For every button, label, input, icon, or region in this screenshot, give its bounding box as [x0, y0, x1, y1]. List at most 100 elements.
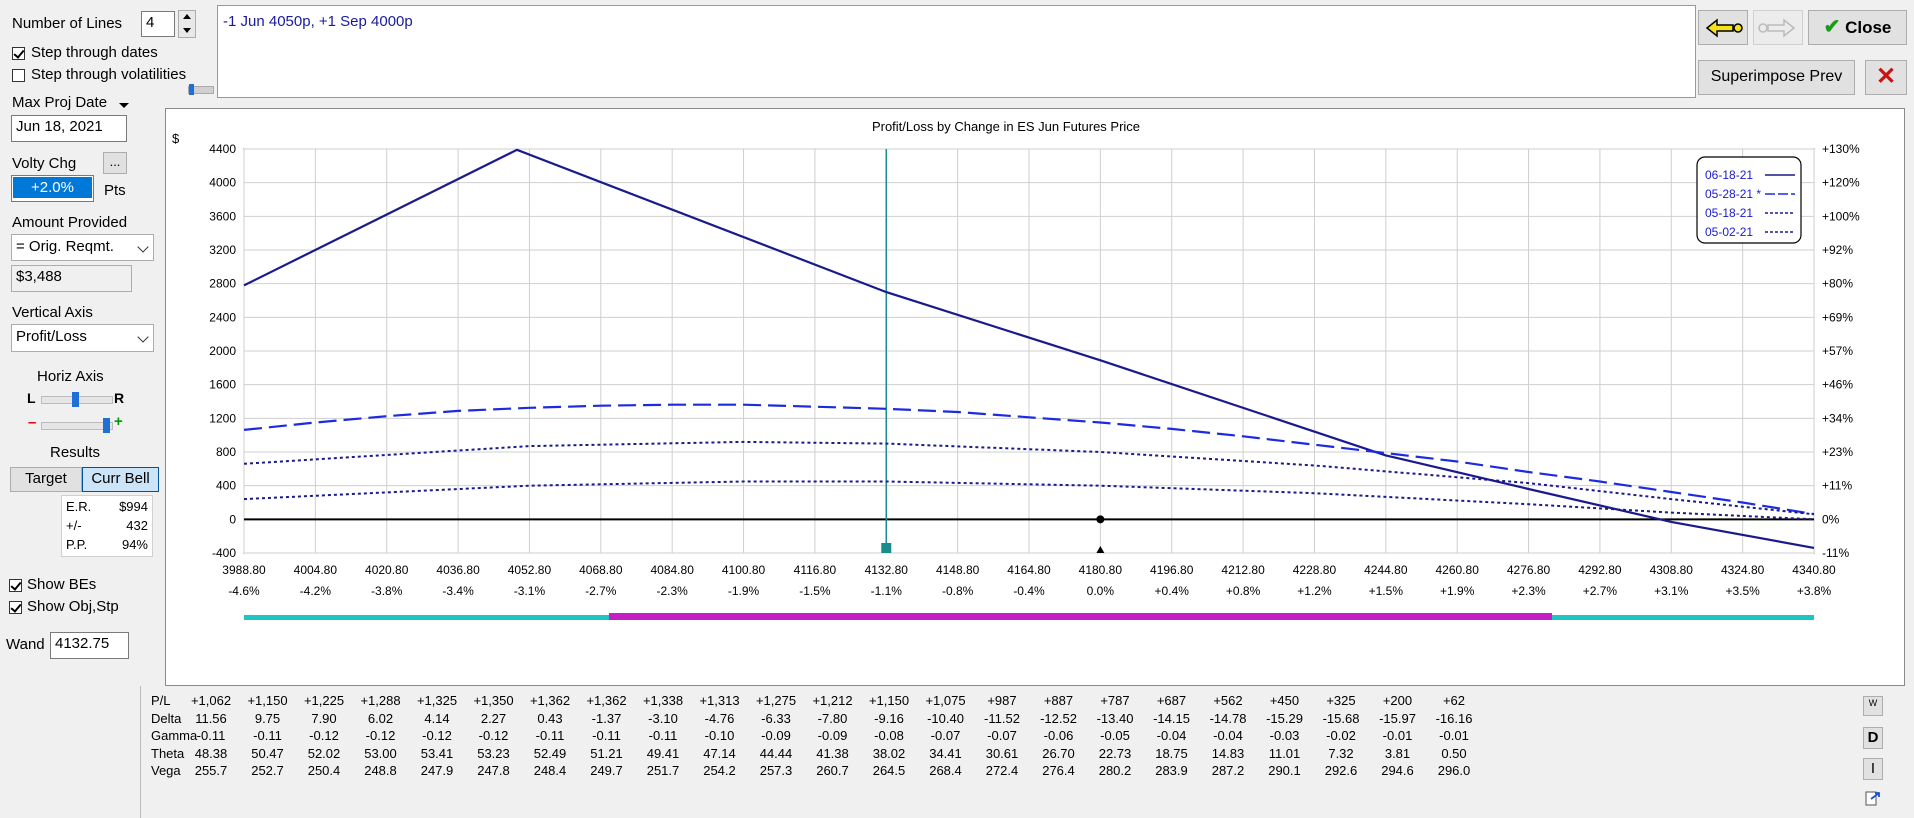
table-cell: 26.70: [1042, 745, 1075, 761]
amount-value: $3,488: [11, 265, 132, 292]
number-of-lines-spinner[interactable]: [178, 10, 196, 38]
x-pct-label: +0.4%: [1155, 584, 1190, 598]
wand-cursor-handle[interactable]: [881, 543, 892, 553]
curr-bell-button[interactable]: Curr Bell: [82, 467, 159, 492]
back-button[interactable]: [1698, 10, 1748, 45]
table-cell: 283.9: [1155, 763, 1188, 778]
y-tick-label: 4400: [209, 142, 236, 156]
max-proj-date-label[interactable]: Max Proj Date: [12, 94, 107, 111]
delete-icon[interactable]: ✕: [1865, 60, 1907, 95]
table-cell: -0.12: [365, 728, 396, 743]
max-proj-date-dropdown-icon[interactable]: [119, 103, 129, 108]
table-cell: 49.41: [646, 745, 680, 761]
table-cell: -0.10: [704, 728, 735, 743]
spinner-up-icon[interactable]: [183, 14, 191, 19]
position-text-area[interactable]: -1 Jun 4050p, +1 Sep 4000p: [217, 5, 1696, 98]
table-cell: +787: [1100, 693, 1130, 708]
max-proj-date-input[interactable]: Jun 18, 2021: [11, 115, 127, 142]
table-cell: 249.7: [590, 763, 623, 778]
table-cell: -15.29: [1266, 710, 1303, 726]
x-pct-label: -3.4%: [442, 584, 474, 598]
pts-label: Pts: [104, 182, 126, 199]
table-cell: -0.02: [1326, 728, 1356, 743]
spinner-down-icon[interactable]: [183, 28, 191, 33]
legend-label: 05-18-21: [1705, 206, 1753, 220]
table-cell: 276.4: [1042, 763, 1075, 778]
volty-chg-value: +2.0%: [13, 177, 92, 198]
side-w-button[interactable]: W: [1863, 696, 1883, 716]
amount-provided-select[interactable]: = Orig. Reqmt.: [11, 234, 154, 261]
table-cell: 2.27: [480, 710, 507, 726]
slider-minus-label: –: [28, 414, 37, 431]
amount-provided-value: = Orig. Reqmt.: [16, 238, 114, 255]
x-tick-label: 4132.80: [865, 563, 909, 577]
table-cell: 50.47: [251, 745, 284, 761]
forward-button[interactable]: [1753, 10, 1803, 45]
target-button[interactable]: Target: [10, 467, 82, 492]
side-d-button[interactable]: D: [1863, 727, 1883, 749]
table-cell: 296.0: [1437, 763, 1471, 778]
side-i-button[interactable]: I: [1863, 758, 1883, 780]
superimpose-prev-button[interactable]: Superimpose Prev: [1698, 60, 1855, 95]
close-label: Close: [1845, 18, 1892, 37]
x-pct-label: +1.5%: [1369, 584, 1404, 598]
slider-plus-label: +: [114, 413, 123, 430]
horiz-shift-slider-thumb[interactable]: [72, 392, 79, 407]
export-icon[interactable]: [1864, 789, 1882, 807]
range-band-magenta: [609, 613, 1552, 620]
horiz-shift-slider[interactable]: [41, 392, 113, 407]
chart-legend: 06-18-21 05-28-21 * 05-18-21 05-02-21: [1696, 156, 1802, 244]
checkmark-icon: ✔: [1823, 16, 1841, 38]
horiz-zoom-slider[interactable]: [41, 418, 113, 433]
results-box: E.R. $994 +/- 432 P.P. 94%: [61, 495, 153, 557]
arrow-right-icon: [1758, 18, 1796, 38]
table-cell: -1.37: [591, 710, 622, 726]
table-cell: -14.78: [1209, 710, 1247, 726]
table-cell: -9.16: [874, 710, 904, 726]
legend-label: 05-02-21: [1705, 225, 1753, 239]
table-cell: +1,225: [303, 693, 345, 708]
table-cell: 247.8: [477, 763, 510, 778]
volty-more-button[interactable]: ...: [103, 152, 127, 174]
er-value: $994: [119, 499, 148, 514]
x-pct-label: +3.8%: [1797, 584, 1832, 598]
show-bes-checkbox[interactable]: [9, 579, 22, 592]
show-obj-stp-label: Show Obj,Stp: [27, 598, 119, 615]
x-tick-label: 4228.80: [1293, 563, 1337, 577]
x-tick-label: 4164.80: [1007, 563, 1051, 577]
table-cell: +887: [1043, 693, 1074, 708]
vertical-axis-select[interactable]: Profit/Loss: [11, 324, 154, 352]
horiz-zoom-slider-thumb[interactable]: [103, 418, 110, 433]
y-tick-label: 3600: [209, 209, 236, 223]
table-cell: -0.04: [1156, 728, 1187, 743]
step-through-volatilities-checkbox[interactable]: [12, 69, 25, 82]
wand-input[interactable]: 4132.75: [50, 632, 129, 659]
table-cell: 48.38: [194, 745, 228, 761]
y-right-tick-label: +34%: [1822, 411, 1853, 425]
table-cell: -10.40: [927, 710, 964, 726]
x-tick-label: 4276.80: [1507, 563, 1551, 577]
volty-chg-input[interactable]: +2.0%: [11, 175, 94, 202]
table-row-label: Delta: [151, 710, 182, 726]
table-cell: 7.32: [1328, 745, 1354, 761]
chart-title: Profit/Loss by Change in ES Jun Futures …: [872, 119, 1140, 134]
y-tick-label: -400: [212, 546, 236, 560]
y-right-tick-label: +80%: [1822, 277, 1853, 291]
table-cell: +687: [1156, 693, 1187, 708]
y-right-tick-label: +120%: [1822, 176, 1860, 190]
table-cell: -12.52: [1040, 710, 1077, 726]
step-through-dates-checkbox[interactable]: [12, 47, 25, 60]
table-cell: 18.75: [1155, 745, 1188, 761]
pm-label: +/-: [66, 518, 82, 533]
slider-r-label: R: [114, 390, 125, 406]
close-button[interactable]: ✔ Close: [1808, 10, 1907, 45]
volatility-mini-slider[interactable]: [188, 84, 214, 95]
table-cell: 6.02: [367, 710, 394, 726]
show-obj-stp-checkbox[interactable]: [9, 601, 22, 614]
table-cell: +1,150: [868, 693, 910, 708]
x-tick-label: 4324.80: [1721, 563, 1765, 577]
table-cell: 251.7: [646, 763, 680, 778]
table-cell: 51.21: [590, 745, 623, 761]
table-cell: -16.16: [1435, 710, 1473, 726]
number-of-lines-input[interactable]: 4: [141, 11, 175, 37]
